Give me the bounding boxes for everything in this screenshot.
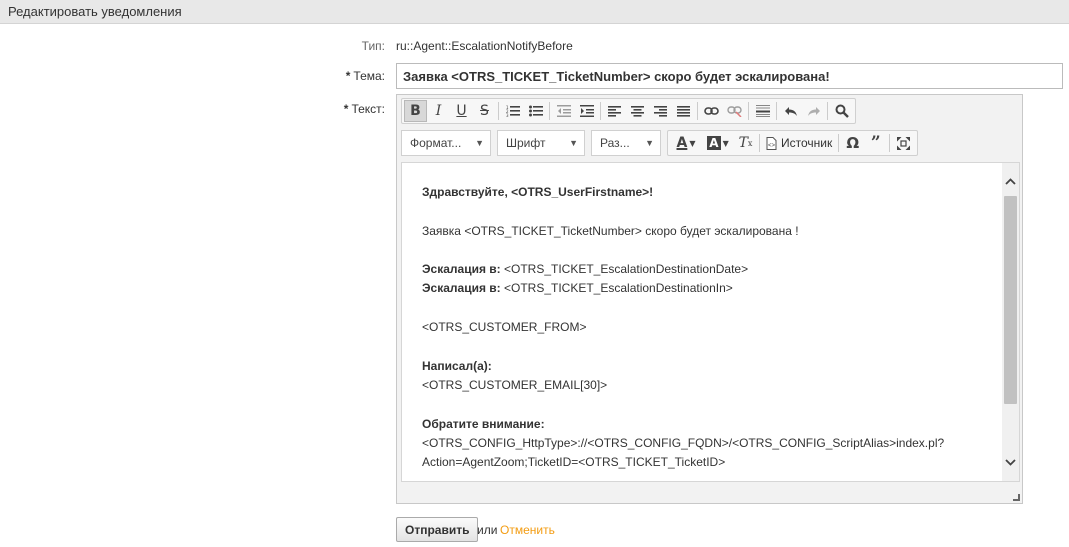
bulleted-list-icon[interactable] <box>524 100 547 122</box>
ticket-line: Заявка <OTRS_TICKET_TicketNumber> скоро … <box>422 223 799 238</box>
bold-icon[interactable]: B <box>404 100 427 122</box>
align-left-icon[interactable] <box>603 100 626 122</box>
subject-input[interactable] <box>396 63 1063 89</box>
toolbar-separator <box>498 102 499 120</box>
svg-text:<>: <> <box>768 143 776 149</box>
align-right-icon[interactable] <box>649 100 672 122</box>
editor-content-area[interactable]: Здравствуйте, <OTRS_UserFirstname>! Заяв… <box>401 162 1020 482</box>
maximize-icon[interactable] <box>892 132 915 154</box>
toolbar-row-2: Формат... ▼ Шрифт ▼ Раз... ▼ A ▼ A ▼ Tx <> Ис… <box>401 129 924 157</box>
horizontal-rule-icon[interactable] <box>751 100 774 122</box>
toolbar-group-extra: A ▼ A ▼ Tx <> Источник Ω ” <box>667 130 919 156</box>
scroll-down-icon[interactable] <box>1002 454 1019 471</box>
italic-icon[interactable]: I <box>427 100 450 122</box>
find-icon[interactable] <box>830 100 853 122</box>
align-center-icon[interactable] <box>626 100 649 122</box>
resize-handle-icon[interactable] <box>1013 494 1020 501</box>
required-mark: * <box>345 69 351 83</box>
toolbar-separator <box>549 102 550 120</box>
subject-label: * Тема: <box>345 69 385 83</box>
blockquote-icon[interactable]: ” <box>864 132 887 154</box>
toolbar-separator <box>600 102 601 120</box>
scroll-up-icon[interactable] <box>1002 173 1019 190</box>
unlink-icon[interactable] <box>723 100 746 122</box>
indent-icon[interactable] <box>575 100 598 122</box>
toolbar-separator <box>838 134 840 152</box>
special-char-icon[interactable]: Ω <box>841 132 864 154</box>
type-value: ru::Agent::EscalationNotifyBefore <box>396 39 573 53</box>
text-color-icon[interactable]: A ▼ <box>670 132 702 154</box>
attention-label: Обратите внимание: <box>422 416 545 431</box>
underline-icon[interactable]: U <box>450 100 473 122</box>
redo-icon[interactable] <box>802 100 825 122</box>
wrote-label: Написал(а): <box>422 358 492 373</box>
chevron-down-icon: ▼ <box>475 138 484 148</box>
vertical-scrollbar[interactable] <box>1002 163 1019 481</box>
background-color-icon[interactable]: A ▼ <box>702 132 734 154</box>
cancel-link[interactable]: Отменить <box>500 523 555 537</box>
toolbar-separator <box>759 134 760 152</box>
font-select[interactable]: Шрифт ▼ <box>497 130 585 156</box>
toolbar-separator <box>889 134 891 152</box>
page-title: Редактировать уведомления <box>8 4 182 19</box>
rich-text-editor: B I U S 123 Формат... ▼ Шрифт ▼ Раз... ▼… <box>396 94 1023 504</box>
text-label: * Текст: <box>343 102 385 116</box>
link-icon[interactable] <box>700 100 723 122</box>
chevron-down-icon: ▼ <box>569 138 578 148</box>
remove-format-icon[interactable]: Tx <box>734 132 757 154</box>
justify-icon[interactable] <box>672 100 695 122</box>
source-button[interactable]: <> Источник <box>762 132 836 154</box>
greeting-text: Здравствуйте, <OTRS_UserFirstname>! <box>422 185 654 199</box>
required-mark: * <box>343 102 349 116</box>
customer-email-line: <OTRS_CUSTOMER_EMAIL[30]> <box>422 377 608 392</box>
toolbar-separator <box>827 102 828 120</box>
email-body: Здравствуйте, <OTRS_UserFirstname>! Заяв… <box>422 183 992 472</box>
size-select[interactable]: Раз... ▼ <box>591 130 661 156</box>
scroll-thumb[interactable] <box>1004 196 1017 404</box>
toolbar-separator <box>748 102 749 120</box>
escalation-date-line: Эскалация в: <OTRS_TICKET_EscalationDest… <box>422 262 749 277</box>
strikethrough-icon[interactable]: S <box>473 100 496 122</box>
or-text: или <box>477 523 498 537</box>
action-line: Action=AgentZoom;TicketID=<OTRS_TICKET_T… <box>422 455 726 470</box>
chevron-down-icon: ▼ <box>645 138 654 148</box>
source-icon: <> <box>766 136 777 150</box>
toolbar-row-1: B I U S 123 <box>401 97 862 125</box>
outdent-icon[interactable] <box>552 100 575 122</box>
undo-icon[interactable] <box>779 100 802 122</box>
toolbar-separator <box>776 102 777 120</box>
format-select[interactable]: Формат... ▼ <box>401 130 491 156</box>
type-label: Тип: <box>361 39 385 53</box>
escalation-in-line: Эскалация в: <OTRS_TICKET_EscalationDest… <box>422 281 733 296</box>
toolbar-group-basic: B I U S 123 <box>401 98 856 124</box>
submit-button[interactable]: Отправить <box>396 517 479 542</box>
toolbar-separator <box>697 102 698 120</box>
svg-text:3: 3 <box>506 113 509 117</box>
numbered-list-icon[interactable]: 123 <box>501 100 524 122</box>
url-line: <OTRS_CONFIG_HttpType>://<OTRS_CONFIG_FQ… <box>422 435 945 450</box>
page-header: Редактировать уведомления <box>0 0 1069 24</box>
customer-from-line: <OTRS_CUSTOMER_FROM> <box>422 320 587 335</box>
